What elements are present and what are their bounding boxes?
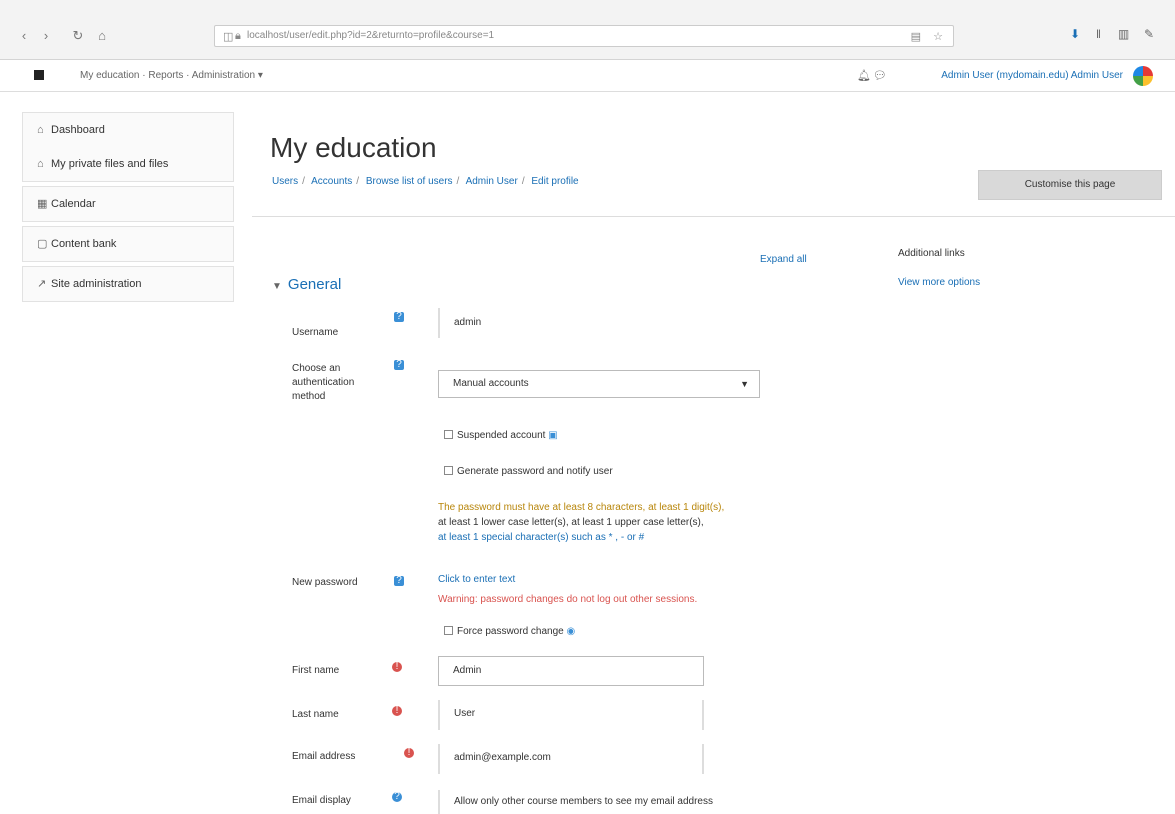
user-avatar[interactable]: [1133, 66, 1153, 86]
file-icon: ⌂: [37, 158, 44, 170]
forward-icon[interactable]: ›: [38, 28, 54, 44]
caret-down-icon: ▼: [272, 281, 282, 292]
sidebar-item-dashboard[interactable]: ⌂ Dashboard: [23, 113, 233, 147]
user-menu[interactable]: Admin User (mydomain.edu) Admin User: [941, 70, 1123, 81]
library-icon[interactable]: ‖: [1096, 27, 1101, 41]
sidebar-item-site-admin[interactable]: ↗ Site administration: [23, 267, 233, 301]
section-general[interactable]: ▼ General: [272, 276, 341, 293]
required-icon: !: [392, 706, 402, 716]
browser-nav-row: ‹ › ↻ ⌂ ◫ 🔒︎ localhost/user/edit.php?id=…: [0, 22, 1175, 50]
reader-icon[interactable]: ▤: [911, 30, 921, 43]
password-warning: Warning: password changes do not log out…: [438, 594, 698, 605]
lastname-input[interactable]: User: [438, 700, 704, 730]
email-display-select[interactable]: Allow only other course members to see m…: [438, 790, 713, 814]
expand-all-link[interactable]: Expand all: [760, 254, 807, 265]
help-icon[interactable]: ?: [394, 360, 404, 370]
download-icon[interactable]: ⬇: [1070, 27, 1080, 41]
email-label: Email address: [292, 751, 356, 762]
firstname-input[interactable]: Admin: [438, 656, 704, 686]
chevron-down-icon: ▼: [740, 379, 749, 389]
sidebar-icon[interactable]: ▥: [1118, 27, 1129, 41]
right-panel-link[interactable]: View more options: [898, 277, 980, 288]
sidebar-item-private-files[interactable]: ⌂ My private files and files: [23, 147, 233, 181]
help-icon[interactable]: ?: [394, 312, 404, 322]
new-password-edit-link[interactable]: Click to enter text: [438, 574, 515, 585]
nav-group: ↗ Site administration: [22, 266, 234, 302]
username-label: Username: [292, 327, 339, 338]
checkbox-icon: [444, 626, 453, 635]
wrench-icon: ↗: [37, 278, 47, 290]
lastname-label: Last name: [292, 709, 339, 720]
required-icon: !: [404, 748, 414, 758]
divider: [252, 216, 1175, 217]
auth-select[interactable]: Manual accounts ▼: [438, 370, 760, 398]
help-icon[interactable]: ?: [394, 576, 404, 586]
nav-drawer: ⌂ Dashboard ⌂ My private files and files ▦…: [22, 112, 234, 306]
breadcrumb-item[interactable]: Browse list of users: [366, 176, 453, 187]
calendar-icon: ▦: [37, 198, 48, 210]
email-input[interactable]: admin@example.com: [438, 744, 704, 774]
nav-group: ⌂ Dashboard ⌂ My private files and files: [22, 112, 234, 182]
help-icon[interactable]: ▣: [548, 430, 557, 441]
breadcrumb-item[interactable]: Accounts: [311, 176, 352, 187]
drawer-toggle-icon[interactable]: [34, 70, 44, 80]
help-icon[interactable]: ◉: [567, 626, 576, 637]
nav-group: ▦ Calendar: [22, 186, 234, 222]
breadcrumb-item[interactable]: Users: [272, 176, 298, 187]
required-icon: !: [392, 662, 402, 672]
checkbox-icon: [444, 430, 453, 439]
auth-label: Choose an authentication method: [292, 363, 355, 402]
breadcrumb: Users / Accounts / Browse list of users / A…: [272, 176, 579, 187]
right-panel: Additional links View more options: [898, 248, 980, 288]
checkbox-icon: [444, 466, 453, 475]
nav-group: ▢ Content bank: [22, 226, 234, 262]
shield-icon: ◫: [223, 31, 234, 43]
suspended-checkbox[interactable]: Suspended account ▣: [444, 430, 558, 441]
email-display-label: Email display: [292, 795, 351, 806]
bookmark-star-icon[interactable]: ☆: [933, 30, 943, 43]
sidebar-item-content-bank[interactable]: ▢ Content bank: [23, 227, 233, 261]
url-bar[interactable]: ◫ 🔒︎ localhost/user/edit.php?id=2&return…: [214, 25, 954, 47]
browser-toolbar: ‹ › ↻ ⌂ ◫ 🔒︎ localhost/user/edit.php?id=…: [0, 0, 1175, 60]
sidebar-item-calendar[interactable]: ▦ Calendar: [23, 187, 233, 221]
app-breadcrumb[interactable]: My education · Reports · Administration …: [80, 70, 263, 81]
home-icon[interactable]: ⌂: [94, 28, 110, 44]
firstname-label: First name: [292, 665, 340, 676]
force-change-checkbox[interactable]: Force password change ◉: [444, 626, 575, 637]
generate-password-checkbox[interactable]: Generate password and notify user: [444, 466, 613, 477]
new-password-label: New password: [292, 577, 358, 588]
back-icon[interactable]: ‹: [16, 28, 32, 44]
app-navbar: My education · Reports · Administration …: [0, 60, 1175, 92]
lock-icon: 🔒︎: [235, 30, 241, 42]
breadcrumb-item[interactable]: Admin User: [466, 176, 518, 187]
customise-page-button[interactable]: Customise this page: [978, 170, 1162, 200]
help-icon[interactable]: ?: [392, 792, 402, 802]
url-text: localhost/user/edit.php?id=2&returnto=pr…: [247, 30, 495, 41]
notification-bell-icon[interactable]: 🔔︎: [857, 69, 871, 82]
username-value: admin: [438, 308, 481, 338]
content-bank-icon: ▢: [37, 238, 48, 250]
messages-icon[interactable]: 💬︎: [873, 69, 887, 82]
right-panel-title: Additional links: [898, 248, 965, 259]
page-title: My education: [270, 132, 437, 163]
password-policy-note: The password must have at least 8 charac…: [438, 502, 725, 543]
extension-icon[interactable]: ✎: [1144, 27, 1154, 41]
breadcrumb-item[interactable]: Edit profile: [531, 176, 578, 187]
reload-icon[interactable]: ↻: [70, 28, 86, 44]
home-icon: ⌂: [37, 124, 44, 136]
